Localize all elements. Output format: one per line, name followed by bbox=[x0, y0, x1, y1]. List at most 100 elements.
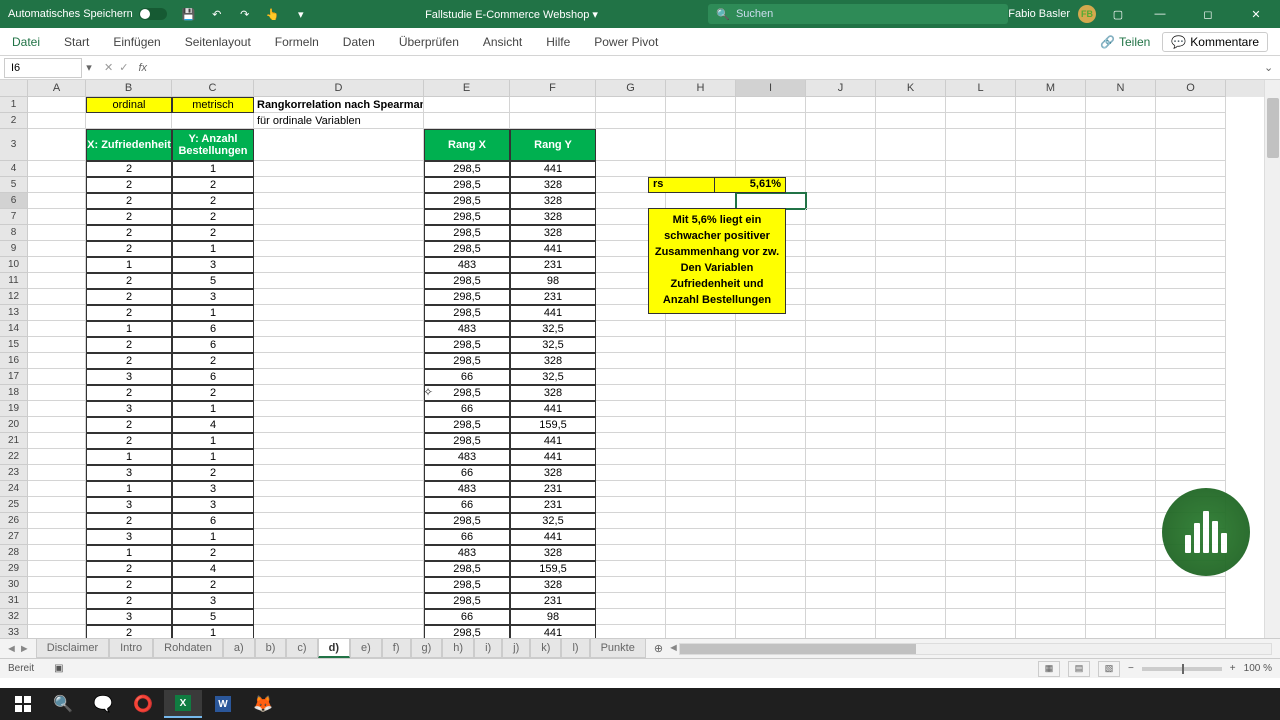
cell-J29[interactable] bbox=[806, 561, 876, 577]
cell-A10[interactable] bbox=[28, 257, 86, 273]
ribbon-tab-überprüfen[interactable]: Überprüfen bbox=[387, 28, 471, 55]
row-header-25[interactable]: 25 bbox=[0, 497, 28, 513]
cell-J1[interactable] bbox=[806, 97, 876, 113]
cell-A5[interactable] bbox=[28, 177, 86, 193]
cell-I29[interactable] bbox=[736, 561, 806, 577]
cell-E7[interactable]: 298,5 bbox=[424, 209, 510, 225]
row-header-17[interactable]: 17 bbox=[0, 369, 28, 385]
cell-N9[interactable] bbox=[1086, 241, 1156, 257]
cell-J19[interactable] bbox=[806, 401, 876, 417]
cell-N13[interactable] bbox=[1086, 305, 1156, 321]
save-icon[interactable]: 💾 bbox=[179, 4, 199, 24]
cell-A28[interactable] bbox=[28, 545, 86, 561]
cell-D19[interactable] bbox=[254, 401, 424, 417]
cell-L19[interactable] bbox=[946, 401, 1016, 417]
cell-I6[interactable] bbox=[736, 193, 806, 209]
cell-K6[interactable] bbox=[876, 193, 946, 209]
record-macro-icon[interactable]: ▣ bbox=[54, 663, 63, 674]
cell-A3[interactable] bbox=[28, 129, 86, 161]
row-header-11[interactable]: 11 bbox=[0, 273, 28, 289]
cell-L22[interactable] bbox=[946, 449, 1016, 465]
cell-M21[interactable] bbox=[1016, 433, 1086, 449]
ribbon-tab-ansicht[interactable]: Ansicht bbox=[471, 28, 534, 55]
cell-C6[interactable]: 2 bbox=[172, 193, 254, 209]
cell-K8[interactable] bbox=[876, 225, 946, 241]
cell-D29[interactable] bbox=[254, 561, 424, 577]
cell-J11[interactable] bbox=[806, 273, 876, 289]
cell-D5[interactable] bbox=[254, 177, 424, 193]
cell-H33[interactable] bbox=[666, 625, 736, 638]
cell-N12[interactable] bbox=[1086, 289, 1156, 305]
cell-G3[interactable] bbox=[596, 129, 666, 161]
cell-C21[interactable]: 1 bbox=[172, 433, 254, 449]
row-header-22[interactable]: 22 bbox=[0, 449, 28, 465]
cell-M33[interactable] bbox=[1016, 625, 1086, 638]
sheet-nav-next-icon[interactable]: ► bbox=[19, 643, 30, 655]
cell-H4[interactable] bbox=[666, 161, 736, 177]
cell-B28[interactable]: 1 bbox=[86, 545, 172, 561]
cell-M20[interactable] bbox=[1016, 417, 1086, 433]
cell-B30[interactable]: 2 bbox=[86, 577, 172, 593]
row-header-32[interactable]: 32 bbox=[0, 609, 28, 625]
cell-B15[interactable]: 2 bbox=[86, 337, 172, 353]
ribbon-tab-start[interactable]: Start bbox=[52, 28, 101, 55]
cell-G6[interactable] bbox=[596, 193, 666, 209]
cell-J23[interactable] bbox=[806, 465, 876, 481]
row-header-1[interactable]: 1 bbox=[0, 97, 28, 113]
cell-E29[interactable]: 298,5 bbox=[424, 561, 510, 577]
user-name[interactable]: Fabio Basler bbox=[1008, 8, 1070, 20]
cell-B12[interactable]: 2 bbox=[86, 289, 172, 305]
cell-L32[interactable] bbox=[946, 609, 1016, 625]
cell-I19[interactable] bbox=[736, 401, 806, 417]
cell-I32[interactable] bbox=[736, 609, 806, 625]
hscroll-thumb[interactable] bbox=[680, 644, 916, 654]
cell-K14[interactable] bbox=[876, 321, 946, 337]
cell-F9[interactable]: 441 bbox=[510, 241, 596, 257]
cell-F27[interactable]: 441 bbox=[510, 529, 596, 545]
cell-C24[interactable]: 3 bbox=[172, 481, 254, 497]
cell-A29[interactable] bbox=[28, 561, 86, 577]
cell-I21[interactable] bbox=[736, 433, 806, 449]
cell-C2[interactable] bbox=[172, 113, 254, 129]
cell-L23[interactable] bbox=[946, 465, 1016, 481]
cell-M9[interactable] bbox=[1016, 241, 1086, 257]
row-header-23[interactable]: 23 bbox=[0, 465, 28, 481]
cell-A20[interactable] bbox=[28, 417, 86, 433]
maximize-button[interactable]: ◻ bbox=[1188, 0, 1228, 28]
cell-E26[interactable]: 298,5 bbox=[424, 513, 510, 529]
cell-A13[interactable] bbox=[28, 305, 86, 321]
cell-N8[interactable] bbox=[1086, 225, 1156, 241]
cell-A23[interactable] bbox=[28, 465, 86, 481]
cell-J33[interactable] bbox=[806, 625, 876, 638]
cell-L7[interactable] bbox=[946, 209, 1016, 225]
cell-M3[interactable] bbox=[1016, 129, 1086, 161]
cell-K17[interactable] bbox=[876, 369, 946, 385]
cell-M14[interactable] bbox=[1016, 321, 1086, 337]
row-header-3[interactable]: 3 bbox=[0, 129, 28, 161]
cell-M7[interactable] bbox=[1016, 209, 1086, 225]
row-header-30[interactable]: 30 bbox=[0, 577, 28, 593]
cell-M27[interactable] bbox=[1016, 529, 1086, 545]
cell-A22[interactable] bbox=[28, 449, 86, 465]
cell-C7[interactable]: 2 bbox=[172, 209, 254, 225]
sheet-tab-j[interactable]: j) bbox=[502, 639, 530, 658]
cell-I17[interactable] bbox=[736, 369, 806, 385]
cell-J12[interactable] bbox=[806, 289, 876, 305]
cell-O13[interactable] bbox=[1156, 305, 1226, 321]
cell-I4[interactable] bbox=[736, 161, 806, 177]
cell-F15[interactable]: 32,5 bbox=[510, 337, 596, 353]
cell-D3[interactable] bbox=[254, 129, 424, 161]
cell-E1[interactable] bbox=[424, 97, 510, 113]
cell-C12[interactable]: 3 bbox=[172, 289, 254, 305]
cell-M31[interactable] bbox=[1016, 593, 1086, 609]
cell-E28[interactable]: 483 bbox=[424, 545, 510, 561]
cell-J17[interactable] bbox=[806, 369, 876, 385]
cell-B11[interactable]: 2 bbox=[86, 273, 172, 289]
cell-M1[interactable] bbox=[1016, 97, 1086, 113]
cell-N6[interactable] bbox=[1086, 193, 1156, 209]
taskbar-app-1[interactable]: 🗨️ bbox=[84, 690, 122, 718]
cell-O4[interactable] bbox=[1156, 161, 1226, 177]
cell-M29[interactable] bbox=[1016, 561, 1086, 577]
sheet-nav-prev-icon[interactable]: ◄ bbox=[6, 643, 17, 655]
cell-D15[interactable] bbox=[254, 337, 424, 353]
